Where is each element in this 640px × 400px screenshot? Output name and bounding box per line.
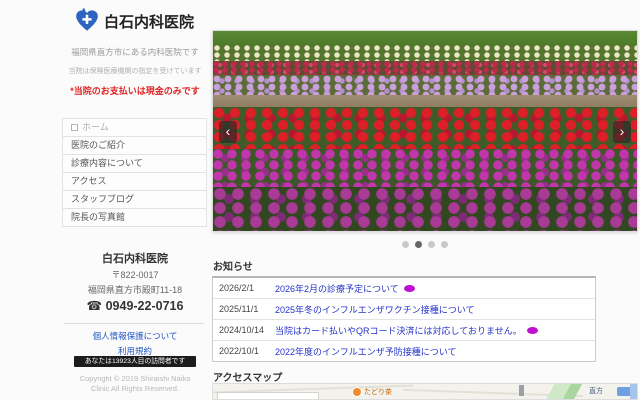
map-water [630, 384, 637, 400]
sidebar-item-home[interactable]: ホーム [63, 119, 206, 137]
news-row: 2024/10/14 当院はカード払いやQRコード決済には対応しておりません。 [213, 320, 595, 341]
sidebar-item-label: 医院のご紹介 [71, 137, 125, 154]
clinic-name: 白石内科医院 [60, 250, 210, 266]
carousel-dots [212, 235, 638, 253]
map-route-shield [617, 387, 631, 396]
site-title: 白石内科医院 [104, 11, 194, 32]
home-icon [71, 124, 78, 131]
news-date: 2024/10/14 [219, 325, 275, 335]
news-row: 2022/10/1 2022年度のインフルエンザ予防接種について [213, 341, 595, 361]
news-link[interactable]: 2022年度のインフルエンザ予防接種について [275, 345, 456, 358]
sidebar-item-label: 院長の写真館 [71, 209, 125, 226]
news-list: 2026/2/1 2026年2月の診療予定について 2025/11/1 2025… [212, 276, 596, 362]
map-poi-icon [352, 387, 362, 397]
map-area-label: 直方 [589, 386, 603, 396]
cash-only-warning: *当院のお支払いは現金のみです [54, 84, 216, 97]
copyright-line1: Copyright © 2019 Shiraishi Naika [54, 374, 216, 384]
copyright: Copyright © 2019 Shiraishi Naika Clinic … [54, 374, 216, 394]
map-poi-label: たどり茶 [364, 387, 392, 397]
map-building [217, 392, 319, 400]
sidebar-menu: ホーム 医院のご紹介 診療内容について アクセス スタッフブログ 院長の写真館 [62, 118, 207, 227]
sidebar-item-blog[interactable]: スタッフブログ [63, 191, 206, 209]
copyright-line2: Clinic All Rights Reserved. [54, 384, 216, 394]
hero-carousel: ‹ › [212, 30, 638, 232]
sidebar-item-about[interactable]: 医院のご紹介 [63, 137, 206, 155]
clinic-phone: ☎ 0949-22-0716 [60, 298, 210, 313]
news-row: 2026/2/1 2026年2月の診療予定について [213, 278, 595, 299]
carousel-dot[interactable] [402, 241, 409, 248]
news-date: 2026/2/1 [219, 283, 275, 293]
news-date: 2022/10/1 [219, 346, 275, 356]
privacy-policy-link[interactable]: 個人情報保護について [60, 330, 210, 342]
news-date: 2025/11/1 [219, 304, 275, 314]
new-badge-icon [404, 285, 415, 292]
news-heading: お知らせ [213, 258, 253, 273]
carousel-dot[interactable] [415, 241, 422, 248]
insurance-note: 当院は保険医療機関の指定を受けています [54, 66, 216, 76]
carousel-dot[interactable] [441, 241, 448, 248]
sidebar-item-label: 診療内容について [71, 155, 143, 172]
divider [64, 323, 204, 324]
tulip-field-photo [213, 31, 637, 231]
clinic-postal-code: 〒822-0017 [60, 268, 210, 281]
carousel-dot[interactable] [428, 241, 435, 248]
site-tagline: 福岡県直方市にある内科医院です [60, 46, 210, 58]
map-sign-icon [519, 385, 524, 396]
sidebar-item-label: アクセス [71, 173, 107, 190]
sidebar-item-services[interactable]: 診療内容について [63, 155, 206, 173]
clinic-address: 福岡県直方市殿町11-18 [52, 283, 218, 296]
sidebar-item-label: ホーム [82, 119, 109, 136]
news-link[interactable]: 当院はカード払いやQRコード決済には対応しておりません。 [275, 324, 522, 337]
news-link[interactable]: 2025年冬のインフルエンザワクチン接種について [275, 303, 474, 316]
heart-cross-icon [74, 8, 100, 34]
sidebar-item-label: スタッフブログ [71, 191, 134, 208]
carousel-prev-button[interactable]: ‹ [219, 121, 237, 143]
news-link[interactable]: 2026年2月の診療予定について [275, 282, 399, 295]
sidebar-item-gallery[interactable]: 院長の写真館 [63, 209, 206, 227]
new-badge-icon [527, 327, 538, 334]
page: 白石内科医院 福岡県直方市にある内科医院です 当院は保険医療機関の指定を受けてい… [0, 0, 640, 400]
site-logo[interactable]: 白石内科医院 [74, 8, 194, 34]
access-map-heading: アクセスマップ [213, 369, 282, 384]
news-row: 2025/11/1 2025年冬のインフルエンザワクチン接種について [213, 299, 595, 320]
visitor-counter-badge: あなたは13923人目の訪問者です [74, 356, 196, 367]
access-map[interactable]: たどり茶 直方 [212, 383, 638, 400]
sidebar-item-access[interactable]: アクセス [63, 173, 206, 191]
carousel-next-button[interactable]: › [613, 121, 631, 143]
